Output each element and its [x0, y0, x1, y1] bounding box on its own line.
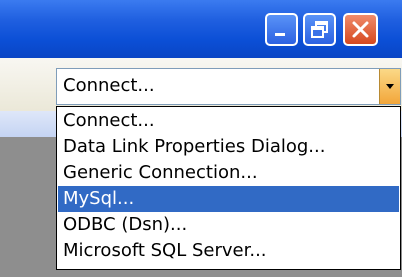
list-item-microsoft-sql-server[interactable]: Microsoft SQL Server...	[58, 238, 399, 264]
connection-dropdown-list: Connect... Data Link Properties Dialog..…	[56, 106, 401, 270]
list-item-data-link-properties[interactable]: Data Link Properties Dialog...	[58, 134, 399, 160]
list-item-connect[interactable]: Connect...	[58, 108, 399, 134]
title-bar	[0, 0, 402, 58]
list-item-generic-connection[interactable]: Generic Connection...	[58, 160, 399, 186]
list-item-odbc-dsn[interactable]: ODBC (Dsn)...	[58, 212, 399, 238]
restore-button[interactable]	[303, 13, 336, 46]
minimize-button[interactable]	[265, 13, 298, 46]
connection-combobox[interactable]: Connect...	[56, 68, 401, 105]
close-button[interactable]	[343, 13, 378, 46]
minimize-icon	[275, 33, 285, 36]
restore-icon	[311, 21, 328, 38]
dropdown-arrow-button[interactable]	[379, 69, 400, 104]
list-item-mysql[interactable]: MySql...	[58, 186, 399, 212]
combobox-value: Connect...	[63, 75, 155, 96]
close-icon	[352, 21, 369, 38]
chevron-down-icon	[386, 84, 394, 89]
